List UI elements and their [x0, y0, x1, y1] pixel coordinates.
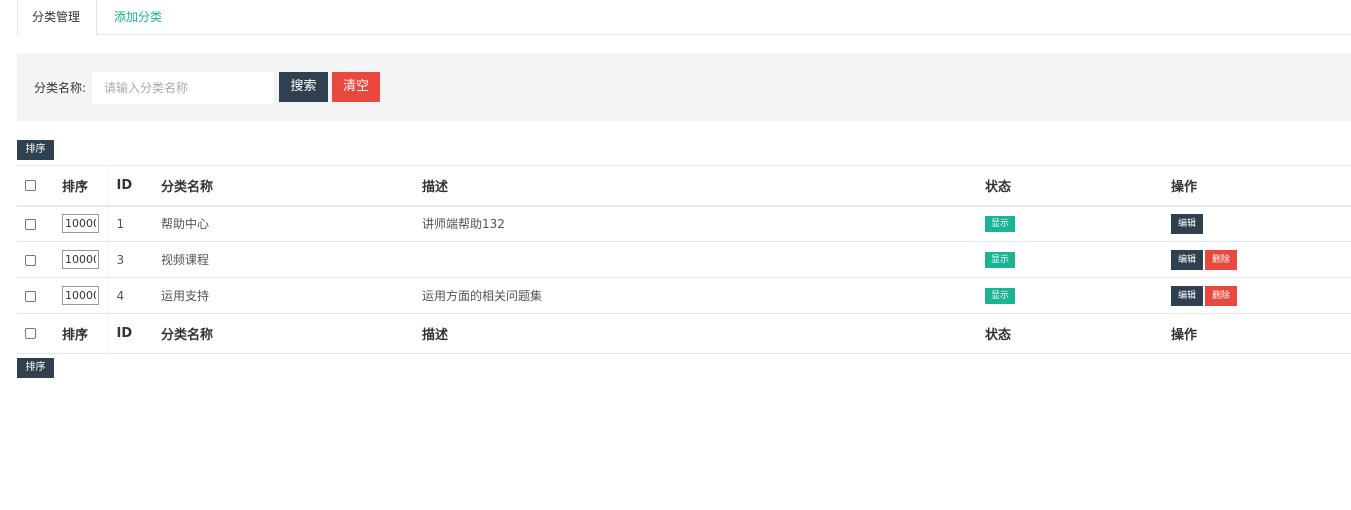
row-id: 3 [107, 241, 153, 278]
edit-button[interactable]: 编辑 [1171, 285, 1203, 306]
header-id: ID [107, 165, 153, 207]
table-footer-row: 排序 ID 分类名称 描述 状态 操作 [17, 313, 1351, 354]
search-button[interactable]: 搜索 [279, 72, 328, 102]
row-desc [414, 241, 977, 278]
row-checkbox[interactable] [25, 290, 36, 302]
table-row: 3 视频课程 显示 编辑删除 [17, 241, 1351, 278]
footer-name: 分类名称 [153, 313, 414, 354]
header-name: 分类名称 [153, 165, 414, 207]
delete-button[interactable]: 删除 [1205, 285, 1237, 306]
status-badge: 显示 [985, 288, 1015, 304]
row-id: 4 [107, 277, 153, 314]
search-label: 分类名称: [34, 81, 87, 95]
tab-add-category[interactable]: 添加分类 [100, 0, 176, 36]
category-name-input[interactable] [92, 72, 274, 104]
footer-desc: 描述 [414, 313, 977, 354]
sort-button-bottom[interactable]: 排序 [17, 358, 54, 378]
row-name: 帮助中心 [153, 205, 414, 242]
footer-id: ID [107, 313, 153, 354]
status-badge: 显示 [985, 216, 1015, 233]
header-status: 状态 [977, 165, 1163, 207]
row-desc: 讲师端帮助132 [414, 205, 977, 242]
footer-status: 状态 [977, 313, 1163, 354]
table-header-row: 排序 ID 分类名称 描述 状态 操作 [17, 165, 1351, 207]
row-checkbox[interactable] [25, 254, 36, 266]
edit-button[interactable]: 编辑 [1171, 213, 1203, 234]
sort-order-input[interactable] [62, 214, 99, 234]
search-panel: 分类名称: 搜索 清空 [17, 53, 1351, 121]
tab-bar: 分类管理 添加分类 [17, 0, 1351, 36]
clear-button[interactable]: 清空 [332, 72, 380, 102]
header-desc: 描述 [414, 165, 977, 207]
category-table: 排序 ID 分类名称 描述 状态 操作 1 帮助中心 讲师端帮助132 显示 编… [17, 165, 1351, 354]
row-id: 1 [107, 205, 153, 242]
table-row: 1 帮助中心 讲师端帮助132 显示 编辑 [17, 205, 1351, 242]
sort-button-top[interactable]: 排序 [17, 140, 54, 160]
tab-category-manage[interactable]: 分类管理 [17, 0, 97, 36]
select-all-checkbox-footer[interactable] [25, 328, 36, 339]
sort-order-input[interactable] [62, 250, 99, 269]
footer-sort: 排序 [54, 313, 108, 354]
table-row: 4 运用支持 运用方面的相关问题集 显示 编辑删除 [17, 277, 1351, 314]
header-actions: 操作 [1163, 165, 1351, 207]
row-name: 运用支持 [153, 277, 414, 314]
row-checkbox[interactable] [25, 218, 36, 230]
status-badge: 显示 [985, 252, 1015, 268]
edit-button[interactable]: 编辑 [1171, 249, 1203, 270]
row-desc: 运用方面的相关问题集 [414, 277, 977, 314]
page: 分类管理 添加分类 分类名称: 搜索 清空 排序 排序 ID 分类名称 描述 状… [17, 0, 1351, 378]
select-all-checkbox[interactable] [25, 179, 36, 191]
delete-button[interactable]: 删除 [1205, 249, 1237, 270]
footer-actions: 操作 [1163, 313, 1351, 354]
header-sort: 排序 [54, 165, 108, 207]
row-name: 视频课程 [153, 241, 414, 278]
sort-order-input[interactable] [62, 286, 99, 305]
